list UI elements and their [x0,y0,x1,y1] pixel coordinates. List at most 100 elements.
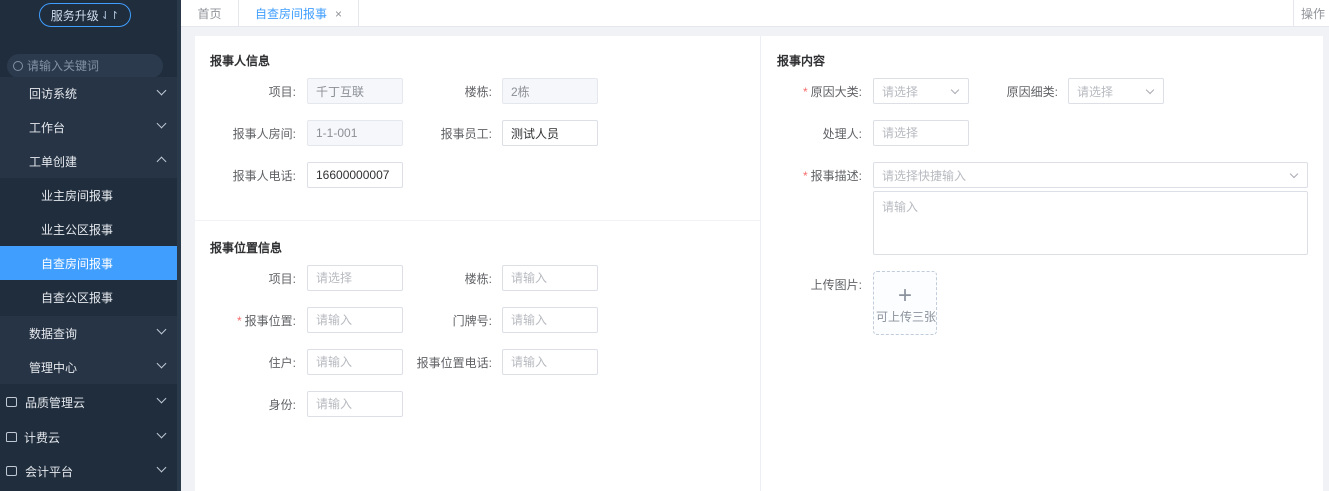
cause-major-select[interactable]: 请选择 [873,78,969,104]
upgrade-button[interactable]: 服务升级 ⇃↾ [39,3,131,27]
description-quick-placeholder: 请选择快捷输入 [882,168,967,183]
sidebar-item-owner-room-report[interactable]: 业主房间报事 [0,178,177,212]
cause-minor-select[interactable]: 请选择 [1068,78,1164,104]
sidebar-item-owner-public-report[interactable]: 业主公区报事 [0,212,177,246]
sidebar-scrollbar[interactable] [177,0,181,491]
required-mark: * [802,85,808,99]
panel-divider [760,36,761,491]
swap-arrows-icon: ⇃↾ [100,9,120,22]
sidebar-item-workbench[interactable]: 工作台 [0,110,177,144]
sidebar-top: 服务升级 ⇃↾ [0,0,177,87]
ledger-icon [6,466,17,476]
location-building-field[interactable] [502,265,598,291]
location-info-title: 报事位置信息 [210,241,283,255]
handler-label: 处理人: [822,127,862,141]
location-identity-field[interactable] [307,391,403,417]
cause-major-label: * 原因大类: [803,83,862,100]
sidebar-item-label: 管理中心 [29,360,78,375]
location-identity-label: 身份: [268,398,296,412]
search-icon [13,61,23,71]
chevron-down-icon [156,462,167,473]
reporter-room-field[interactable] [307,120,403,146]
description-label-text: 报事描述: [810,169,862,183]
upload-label: 上传图片: [810,278,862,292]
reporter-staff-field[interactable] [502,120,598,146]
location-position-label: * 报事位置: [237,312,296,329]
chevron-down-icon [156,85,167,96]
tab-bar: 首页 自查房间报事 × 操作 [181,0,1329,27]
sidebar-item-label: 自查房间报事 [41,256,114,271]
report-content-title: 报事内容 [777,54,826,68]
reporter-phone-label: 报事人电话: [232,169,296,183]
chevron-down-icon [156,393,167,404]
reporter-building-field[interactable] [502,78,598,104]
image-upload-button[interactable]: + 可上传三张 [873,271,937,335]
sidebar-item-revisit[interactable]: 回访系统 [0,77,177,110]
cause-minor-placeholder: 请选择 [1077,84,1114,99]
sidebar-item-quality-cloud[interactable]: 品质管理云 [0,385,177,419]
description-label: * 报事描述: [803,167,862,184]
tab-operations-label: 操作 [1301,7,1326,21]
sidebar-item-self-public-report[interactable]: 自查公区报事 [0,280,177,314]
report-content-panel [761,36,1323,491]
reporter-project-field[interactable] [307,78,403,104]
sidebar-item-data-query[interactable]: 数据查询 [0,316,177,350]
chevron-down-icon [156,324,167,335]
sidebar-item-label: 会计平台 [25,464,74,479]
tab-operations-button[interactable]: 操作 [1293,0,1329,27]
location-phone-field[interactable] [502,349,598,375]
house-icon [6,432,17,442]
handler-select[interactable] [873,120,969,146]
sidebar-item-billing-cloud[interactable]: 计费云 [0,420,177,454]
location-resident-label: 住户: [268,356,296,370]
location-door-label: 门牌号: [452,314,492,328]
sidebar-item-label: 工作台 [29,120,66,135]
cause-major-label-text: 原因大类: [810,85,862,99]
cause-major-placeholder: 请选择 [882,84,919,99]
reporter-staff-label: 报事员工: [440,127,492,141]
description-quick-select[interactable]: 请选择快捷输入 [873,162,1308,188]
chevron-down-icon [950,85,960,95]
location-door-field[interactable] [502,307,598,333]
required-mark: * [802,169,808,183]
location-resident-field[interactable] [307,349,403,375]
sidebar: 服务升级 ⇃↾ 回访系统 工作台 工单创建 业主房间报事 业主公区报事 自查房间… [0,0,181,491]
sidebar-item-label: 自查公区报事 [41,290,114,305]
location-position-field[interactable] [307,307,403,333]
reporter-building-label: 楼栋: [464,85,492,99]
tab-label: 首页 [197,7,222,21]
chevron-up-icon [156,156,167,167]
description-textarea[interactable] [873,191,1308,255]
sidebar-item-label: 计费云 [24,430,61,445]
sidebar-item-accounting-platform[interactable]: 会计平台 [0,454,177,488]
menu-search[interactable] [7,54,163,78]
chevron-down-icon [156,358,167,369]
quality-icon [6,397,17,407]
tab-home[interactable]: 首页 [181,0,239,27]
close-icon[interactable]: × [335,7,342,21]
chevron-down-icon [1289,169,1299,179]
tab-self-room-report[interactable]: 自查房间报事 × [239,0,359,27]
plus-icon: + [898,282,913,309]
reporter-room-label: 报事人房间: [232,127,296,141]
menu-search-input[interactable] [27,59,147,73]
required-mark: * [236,314,242,328]
sidebar-item-label: 工单创建 [29,154,78,169]
sidebar-item-work-order-create[interactable]: 工单创建 [0,144,177,178]
chevron-down-icon [156,428,167,439]
chevron-down-icon [1145,85,1155,95]
sidebar-item-label: 数据查询 [29,326,78,341]
location-project-select[interactable] [307,265,403,291]
location-phone-label: 报事位置电话: [416,356,492,370]
reporter-info-title: 报事人信息 [210,54,271,68]
reporter-phone-field[interactable] [307,162,403,188]
sidebar-item-label: 回访系统 [29,87,78,101]
chevron-down-icon [156,118,167,129]
location-position-label-text: 报事位置: [244,314,296,328]
upgrade-label: 服务升级 [50,8,99,23]
sidebar-item-management-center[interactable]: 管理中心 [0,350,177,384]
location-project-label: 项目: [268,272,296,286]
upload-hint: 可上传三张 [875,310,936,324]
sidebar-item-self-room-report[interactable]: 自查房间报事 [0,246,177,280]
location-building-label: 楼栋: [464,272,492,286]
